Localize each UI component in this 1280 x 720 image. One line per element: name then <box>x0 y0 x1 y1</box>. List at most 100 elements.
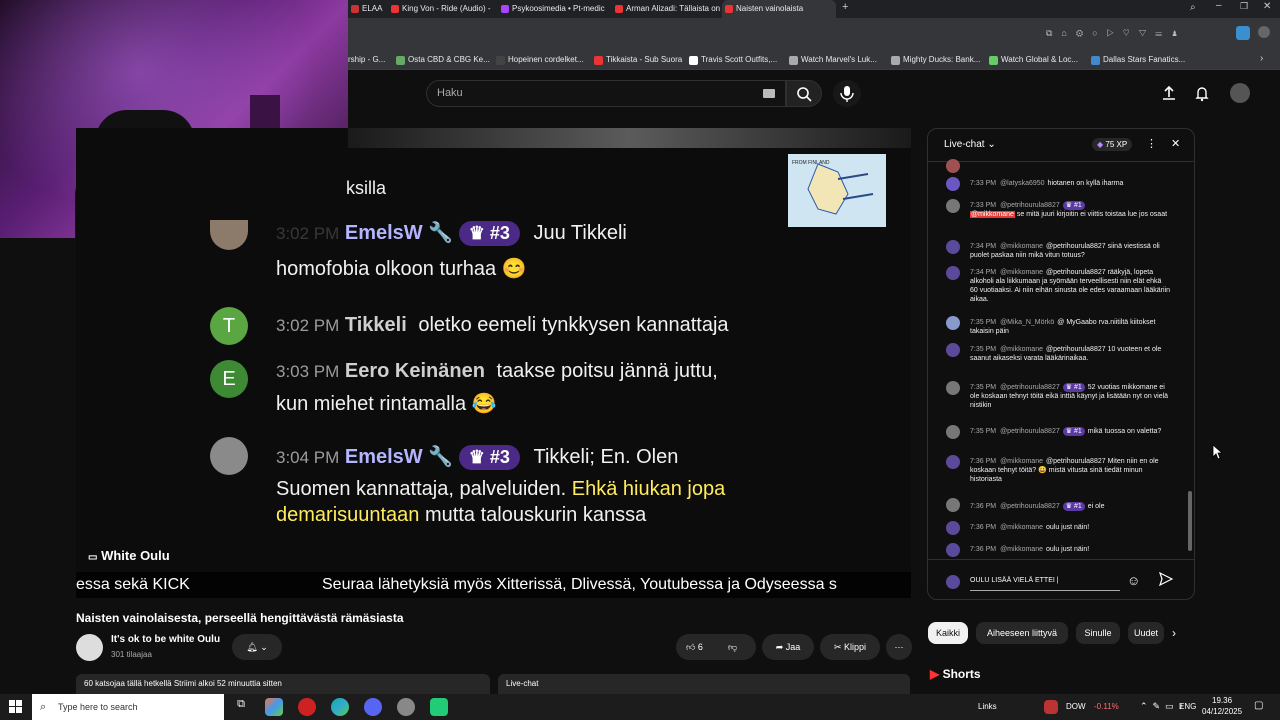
bookmarks-overflow-icon[interactable]: › <box>1260 53 1263 64</box>
channel-name[interactable]: It's ok to be white Oulu <box>111 634 220 645</box>
video-player[interactable]: FROM FINLAND ksilla 3:02 PM EmelsW 🔧 ♛ #… <box>76 128 911 598</box>
avatar <box>210 220 248 250</box>
description-box[interactable]: 60 katsojaa tällä hetkellä Striimi alkoi… <box>76 674 490 694</box>
chat-message-input[interactable]: OULU LISÄÄ VIELÄ ETTEI | <box>970 571 1120 591</box>
profile-icon[interactable] <box>1258 26 1270 38</box>
tab-2[interactable]: King Von - Ride (Audio) - <box>388 0 494 18</box>
notification-bell-button[interactable]: 🔔︎ ⌄ <box>232 634 282 660</box>
member-badge: ♛ #1 <box>1062 383 1085 392</box>
discord-icon[interactable] <box>364 698 382 716</box>
account-avatar[interactable] <box>1230 83 1250 103</box>
bookmark-item[interactable]: Watch Marvel's Luk... <box>788 50 877 70</box>
chip-new[interactable]: Uudet <box>1128 622 1164 644</box>
edge-icon[interactable] <box>331 698 349 716</box>
chat-mode-dropdown[interactable]: Live-chat ⌄ <box>944 139 996 150</box>
avatar <box>946 177 960 191</box>
close-window-icon[interactable]: ✕ <box>1263 1 1271 12</box>
upload-icon[interactable] <box>1160 84 1178 102</box>
chat-message: 7:36 PM @mikkomane @petrihourula8827 Miten… <box>970 458 1159 483</box>
task-view-icon[interactable]: ⧉ <box>232 698 250 716</box>
bookmark-item[interactable]: rship - G... <box>348 50 385 70</box>
new-tab-button[interactable]: + <box>842 1 848 13</box>
like-button[interactable]: 👍︎ 6 <box>686 642 703 652</box>
bookmark-item[interactable]: Mighty Ducks: Bank... <box>890 50 980 70</box>
send-button[interactable] <box>1159 572 1173 586</box>
links-toolbar[interactable]: Links <box>978 702 997 711</box>
chat-menu-icon[interactable]: ⋮ <box>1146 137 1157 150</box>
tab-active[interactable]: Naisten vainolaista <box>722 0 836 18</box>
bookmark-item[interactable]: Watch Global & Loc... <box>988 50 1078 70</box>
chat-message: 7:33 PM @petrihourula8827 ♛ #1 @mikkomane s… <box>970 201 1168 218</box>
windows-icon <box>9 700 22 713</box>
video-chat-message-cont: homofobia olkoon turhaa 😊 <box>276 258 527 280</box>
avatar <box>946 521 960 535</box>
stock-name[interactable]: DOW <box>1066 702 1086 711</box>
chip-for-you[interactable]: Sinulle <box>1076 622 1120 644</box>
search-tabs-icon[interactable]: ⌕ <box>1190 2 1196 13</box>
tab-3[interactable]: Psykoosimedia • Pt-medic <box>498 0 606 18</box>
taskbar-search[interactable]: ⌕ Type here to search <box>32 694 224 720</box>
app-icon[interactable] <box>430 698 448 716</box>
chevron-right-icon[interactable]: › <box>1172 626 1176 640</box>
app-icon[interactable] <box>265 698 283 716</box>
chat-message: 7:35 PM @petrihourula8827 ♛ #1 52 vuotias m… <box>970 383 1169 409</box>
clip-button[interactable]: ✂ Klippi <box>820 634 880 660</box>
avatar <box>946 240 960 254</box>
voice-search-button[interactable] <box>833 80 861 107</box>
windows-start-button[interactable] <box>9 700 23 714</box>
minimize-icon[interactable]: – <box>1216 0 1222 11</box>
xp-badge[interactable]: ◆ 75 XP <box>1092 138 1133 151</box>
more-actions-button[interactable]: ⋯ <box>886 634 912 660</box>
chat-message: 7:33 PM @latyska6950 hiotanen on kyllä iha… <box>970 180 1124 187</box>
clock-time[interactable]: 19.36 <box>1212 696 1232 705</box>
chip-all[interactable]: Kaikki <box>928 622 968 644</box>
search-input[interactable]: Haku <box>426 80 786 107</box>
mic-icon <box>840 86 854 102</box>
app-icon[interactable] <box>397 698 415 716</box>
clock-date[interactable]: 04/12/2025 <box>1202 707 1242 716</box>
bookmark-item[interactable]: Hopeinen cordelket... <box>495 50 584 70</box>
bookmark-item[interactable]: Tikkaista - Sub Suora <box>593 50 682 70</box>
map-icon: FROM FINLAND <box>792 160 874 215</box>
tab-4[interactable]: Arman Alizadi: Tällaista on <box>612 0 720 18</box>
extension-icon[interactable] <box>1236 26 1250 40</box>
chat-scrollbar[interactable] <box>1188 491 1192 551</box>
video-chat-message: 3:03 PM Eero Keinänen taakse poitsu jänn… <box>276 360 718 382</box>
emoji-icon[interactable]: ☺ <box>1127 573 1140 588</box>
chip-related[interactable]: Aiheeseen liittyvä <box>976 622 1068 644</box>
send-icon <box>1159 572 1173 586</box>
bookmark-item[interactable]: Osta CBD & CBG Ke... <box>395 50 490 70</box>
tab-favicon <box>501 5 509 13</box>
crown-icon: ♛ <box>468 223 485 243</box>
notifications-icon[interactable]: ▢ <box>1254 700 1263 711</box>
diamond-icon: ◆ <box>1097 140 1104 149</box>
search-button[interactable] <box>786 80 822 107</box>
keyboard-icon[interactable] <box>763 89 775 98</box>
youtube-icon <box>391 5 399 13</box>
mouse-cursor-icon <box>1212 444 1224 460</box>
extension-icons[interactable]: ⧉⌂⚙○▷♡▽☰♟ <box>1046 28 1187 39</box>
channel-avatar[interactable] <box>76 634 103 661</box>
language-indicator[interactable]: ENG <box>1179 702 1196 711</box>
video-chat-message-cont: kun miehet rintamalla 😂 <box>276 393 497 415</box>
bookmark-item[interactable]: Dallas Stars Fanatics... <box>1090 50 1185 70</box>
dislike-button[interactable]: 👎︎ <box>728 634 737 660</box>
share-button[interactable]: ➦ Jaa <box>762 634 814 660</box>
chat-message: 7:35 PM @petrihourula8827 ♛ #1 mikä tuossa … <box>970 427 1162 436</box>
livechat-replay-box[interactable]: Live-chat <box>498 674 910 694</box>
close-chat-icon[interactable]: ✕ <box>1171 137 1180 150</box>
share-icon: ➦ <box>775 642 784 652</box>
like-dislike-group: 👍︎ 6 👎︎ <box>676 634 756 660</box>
bookmark-icon <box>594 56 603 65</box>
avatar <box>946 266 960 280</box>
tab-label: King Von - Ride (Audio) - <box>402 4 491 13</box>
bookmark-item[interactable]: Travis Scott Outfits,... <box>688 50 777 70</box>
rank-badge: ♛ #3 <box>458 445 520 470</box>
opera-icon[interactable] <box>298 698 316 716</box>
bell-icon[interactable] <box>1193 84 1211 102</box>
subscriber-count: 301 tilaajaa <box>111 650 152 659</box>
avatar <box>946 316 960 330</box>
bookmark-icon <box>689 56 698 65</box>
svg-text:FROM FINLAND: FROM FINLAND <box>792 160 830 166</box>
maximize-icon[interactable]: ❐ <box>1240 1 1248 12</box>
